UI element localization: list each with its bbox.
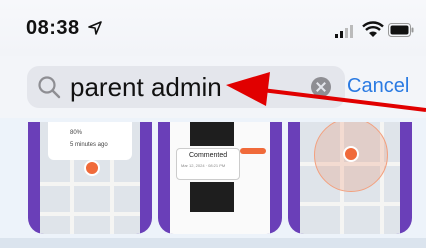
photo-thumbnail [190, 182, 234, 212]
preview-phone-screen: Commented Mar 12, 2024 · 08:21 PM [170, 122, 270, 234]
comment-title: Commented [189, 152, 228, 159]
location-info-card: 80% 5 minutes ago [48, 122, 132, 160]
preview-screenshot-geofence[interactable] [288, 122, 412, 234]
location-pin-icon [84, 160, 100, 176]
cancel-button[interactable]: Cancel [347, 75, 409, 98]
clear-search-button[interactable] [311, 77, 331, 97]
status-bar: 08:38 [0, 0, 426, 56]
status-badge [240, 148, 266, 154]
location-pin-icon [343, 146, 359, 162]
battery-icon [388, 23, 414, 37]
wifi-icon [362, 21, 384, 37]
bottom-divider [0, 238, 426, 248]
location-arrow-icon [88, 21, 102, 35]
search-query-text[interactable]: parent admin [70, 72, 222, 102]
status-time: 08:38 [26, 17, 80, 39]
photo-thumbnail [190, 122, 234, 146]
search-icon [38, 76, 61, 99]
battery-percent-text: 80% [70, 130, 83, 136]
search-bar-region: parent admin Cancel [0, 56, 426, 118]
search-input[interactable]: parent admin [27, 66, 345, 108]
preview-phone-screen [300, 122, 400, 234]
comment-subtitle: Mar 12, 2024 · 08:21 PM [181, 163, 226, 168]
preview-phone-screen: 80% 5 minutes ago [40, 122, 140, 234]
cellular-signal-icon [335, 25, 353, 38]
comment-card: Commented Mar 12, 2024 · 08:21 PM [176, 148, 240, 180]
last-seen-text: 5 minutes ago [70, 142, 108, 148]
preview-screenshot-feed[interactable]: Commented Mar 12, 2024 · 08:21 PM [158, 122, 282, 234]
app-preview-screenshots: 80% 5 minutes ago Commented Mar 12, 2024… [0, 118, 426, 248]
preview-screenshot-map[interactable]: 80% 5 minutes ago [28, 122, 152, 234]
